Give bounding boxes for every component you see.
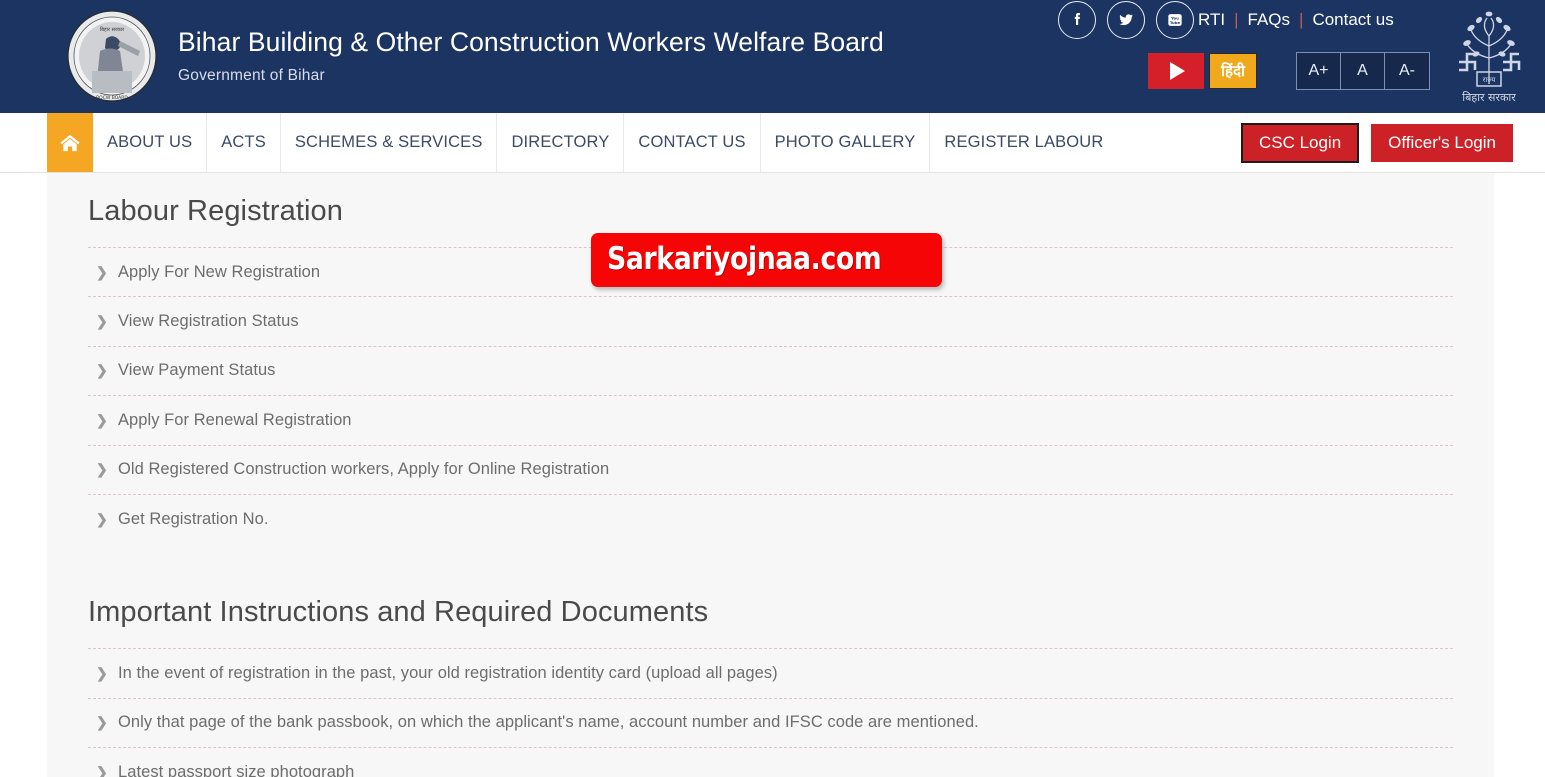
labour-registration-list: ❯ Apply For New Registration ❯ View Regi… [88, 248, 1453, 544]
site-title: Bihar Building & Other Construction Work… [178, 27, 884, 58]
list-item[interactable]: ❯ In the event of registration in the pa… [88, 649, 1453, 699]
nav-item-acts[interactable]: ACTS [207, 113, 281, 172]
nav-item-directory[interactable]: DIRECTORY [497, 113, 625, 172]
list-item[interactable]: ❯ Get Registration No. [88, 495, 1453, 544]
emblem-caption: बिहार सरकार [1462, 91, 1516, 104]
nav-item-contact-us[interactable]: CONTACT US [624, 113, 761, 172]
officer-login-button[interactable]: Officer's Login [1371, 124, 1513, 162]
site-subtitle: Government of Bihar [178, 66, 325, 84]
list-item[interactable]: ❯ View Payment Status [88, 347, 1453, 397]
font-decrease-button[interactable]: A- [1385, 53, 1429, 89]
list-item-label: Apply For New Registration [118, 262, 321, 281]
chevron-right-icon: ❯ [96, 313, 108, 330]
facebook-icon[interactable] [1058, 1, 1096, 39]
chevron-right-icon: ❯ [96, 665, 108, 682]
page-content: Labour Registration ❯ Apply For New Regi… [47, 173, 1494, 777]
svg-text:BOCW BOARD: BOCW BOARD [96, 95, 128, 101]
list-item[interactable]: ❯ View Registration Status [88, 297, 1453, 347]
nav-item-list: ABOUT US ACTS SCHEMES & SERVICES DIRECTO… [93, 113, 1117, 172]
chevron-right-icon: ❯ [96, 461, 108, 478]
faqs-link[interactable]: FAQs [1248, 10, 1291, 30]
list-item-label: Latest passport size photograph [118, 763, 355, 777]
chevron-right-icon: ❯ [96, 362, 108, 379]
rti-link[interactable]: RTI [1198, 10, 1225, 30]
list-item-label: Only that page of the bank passbook, on … [118, 713, 979, 732]
youtube-icon[interactable]: You Tube [1156, 1, 1194, 39]
main-navigation: ABOUT US ACTS SCHEMES & SERVICES DIRECTO… [0, 113, 1545, 173]
chevron-right-icon: ❯ [96, 263, 108, 280]
play-icon[interactable] [1148, 53, 1204, 89]
link-separator: | [1299, 10, 1304, 29]
social-links: You Tube [1058, 1, 1194, 39]
watermark-text: Sarkariyojnaa.com [607, 241, 882, 277]
list-item-label: Apply For Renewal Registration [118, 410, 352, 429]
chevron-right-icon: ❯ [96, 511, 108, 528]
site-header: बिहार सरकार BOCW BOARD Bihar Building & … [0, 0, 1545, 113]
header-quick-links: RTI | FAQs | Contact us [1198, 1, 1394, 39]
play-triangle [1170, 62, 1185, 80]
brand-block[interactable]: बिहार सरकार BOCW BOARD Bihar Building & … [0, 9, 884, 104]
font-size-controls: A+ A A- [1296, 52, 1430, 90]
header-controls: हिंदी A+ A A- [1148, 52, 1430, 90]
list-item[interactable]: ❯ Old Registered Construction workers, A… [88, 446, 1453, 495]
svg-text:Tube: Tube [1170, 20, 1181, 25]
nav-item-photo-gallery[interactable]: PHOTO GALLERY [761, 113, 931, 172]
csc-login-button[interactable]: CSC Login [1240, 123, 1360, 163]
list-item-label: In the event of registration in the past… [118, 664, 778, 683]
list-item[interactable]: ❯ Apply For Renewal Registration [88, 396, 1453, 446]
list-item-label: View Registration Status [118, 312, 299, 331]
chevron-right-icon: ❯ [96, 714, 108, 731]
login-button-group: CSC Login Officer's Login [1240, 113, 1513, 173]
instructions-title: Important Instructions and Required Docu… [88, 596, 709, 629]
list-item-label: Old Registered Construction workers, App… [118, 460, 610, 479]
list-item-label: View Payment Status [118, 361, 276, 380]
home-icon[interactable] [47, 113, 93, 172]
bocw-board-seal-icon: बिहार सरकार BOCW BOARD [62, 9, 162, 104]
language-toggle-button[interactable]: हिंदी [1209, 53, 1257, 89]
svg-text:राज्य: राज्य [1483, 76, 1497, 84]
list-item[interactable]: ❯ Latest passport size photograph [88, 748, 1453, 777]
link-separator: | [1234, 10, 1239, 29]
twitter-icon[interactable] [1107, 1, 1145, 39]
list-item[interactable]: ❯ Only that page of the bank passbook, o… [88, 699, 1453, 749]
chevron-right-icon: ❯ [96, 411, 108, 428]
bihar-government-emblem-icon: राज्य बिहार सरकार [1449, 6, 1529, 106]
contact-us-link[interactable]: Contact us [1312, 10, 1393, 30]
nav-item-schemes-services[interactable]: SCHEMES & SERVICES [281, 113, 498, 172]
nav-item-register-labour[interactable]: REGISTER LABOUR [930, 113, 1117, 172]
list-item-label: Get Registration No. [118, 510, 269, 529]
svg-text:बिहार सरकार: बिहार सरकार [100, 26, 125, 33]
site-watermark: Sarkariyojnaa.com [591, 233, 942, 287]
header-utility-area: You Tube RTI | FAQs | Contact us हिंदी A… [1040, 0, 1545, 113]
chevron-right-icon: ❯ [96, 764, 108, 777]
font-normal-button[interactable]: A [1341, 53, 1385, 89]
font-increase-button[interactable]: A+ [1297, 53, 1341, 89]
instructions-list: ❯ In the event of registration in the pa… [88, 649, 1453, 777]
nav-item-about-us[interactable]: ABOUT US [93, 113, 208, 172]
